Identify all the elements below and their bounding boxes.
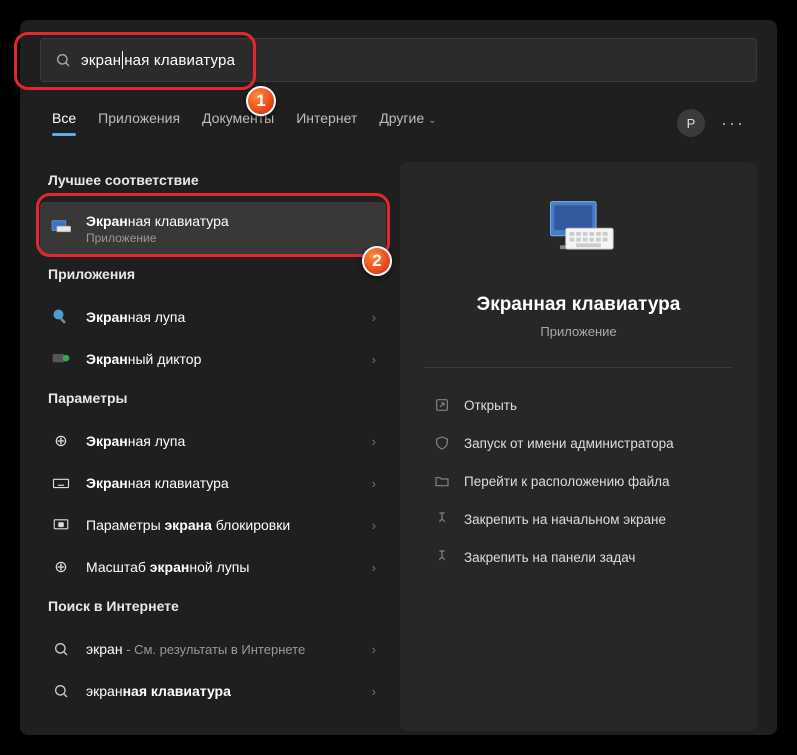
action-open[interactable]: Открыть (424, 386, 733, 424)
result-setting-zoom[interactable]: ⊕ Масштаб экранной лупы › (40, 546, 386, 588)
keyboard-monitor-icon (50, 218, 72, 240)
result-setting-magnifier[interactable]: ⊕ Экранная лупа › (40, 420, 386, 462)
chevron-right-icon: › (372, 684, 376, 699)
divider (424, 367, 733, 368)
chevron-right-icon: › (372, 518, 376, 533)
magnify-plus-icon: ⊕ (50, 430, 72, 452)
magnify-plus-icon: ⊕ (50, 556, 72, 578)
result-setting-keyboard[interactable]: Экранная клавиатура › (40, 462, 386, 504)
section-settings: Параметры (40, 380, 386, 420)
filter-tabs: Все Приложения Документы Интернет Другие… (20, 102, 777, 144)
result-app-magnifier[interactable]: Экранная лупа › (40, 296, 386, 338)
chevron-right-icon: › (372, 560, 376, 575)
tab-web[interactable]: Интернет (296, 110, 357, 136)
pin-icon (434, 549, 450, 565)
action-file-location[interactable]: Перейти к расположению файла (424, 462, 733, 500)
result-app-narrator[interactable]: Экранный диктор › (40, 338, 386, 380)
chevron-down-icon: ⌄ (428, 115, 436, 126)
search-input[interactable]: экранная клавиатура (40, 38, 757, 82)
section-best-match: Лучшее соответствие (40, 162, 386, 202)
chevron-right-icon: › (372, 434, 376, 449)
preview-app-icon (541, 194, 617, 270)
narrator-app-icon (50, 348, 72, 370)
folder-icon (434, 473, 450, 489)
preview-pane: Экранная клавиатура Приложение Открыть З… (400, 162, 757, 731)
action-pin-start[interactable]: Закрепить на начальном экране (424, 500, 733, 538)
result-best-match[interactable]: Экранная клавиатура Приложение (40, 202, 386, 256)
annotation-badge-2: 2 (362, 246, 392, 276)
search-icon (55, 52, 71, 68)
result-web-1[interactable]: экран - См. результаты в Интернете › (40, 628, 386, 670)
preview-subtitle: Приложение (540, 324, 616, 339)
tab-apps[interactable]: Приложения (98, 110, 180, 136)
results-column: Лучшее соответствие Экранная клавиатура … (40, 162, 386, 731)
result-setting-lockscreen[interactable]: Параметры экрана блокировки › (40, 504, 386, 546)
search-icon (50, 680, 72, 702)
tab-all[interactable]: Все (52, 110, 76, 136)
result-web-2[interactable]: экранная клавиатура › (40, 670, 386, 712)
tab-more[interactable]: Другие⌄ (379, 110, 436, 136)
section-apps: Приложения (40, 256, 386, 296)
more-button[interactable]: ··· (721, 113, 745, 134)
preview-title: Экранная клавиатура (477, 294, 681, 316)
magnifier-app-icon (50, 306, 72, 328)
search-text: экранная клавиатура (81, 51, 235, 69)
chevron-right-icon: › (372, 476, 376, 491)
pin-icon (434, 511, 450, 527)
annotation-badge-1: 1 (246, 86, 276, 116)
lockscreen-icon (50, 514, 72, 536)
chevron-right-icon: › (372, 352, 376, 367)
search-icon (50, 638, 72, 660)
action-pin-taskbar[interactable]: Закрепить на панели задач (424, 538, 733, 576)
action-run-admin[interactable]: Запуск от имени администратора (424, 424, 733, 462)
shield-icon (434, 435, 450, 451)
chevron-right-icon: › (372, 310, 376, 325)
open-icon (434, 397, 450, 413)
section-websearch: Поиск в Интернете (40, 588, 386, 628)
user-avatar[interactable]: P (677, 109, 705, 137)
keyboard-icon (50, 472, 72, 494)
chevron-right-icon: › (372, 642, 376, 657)
